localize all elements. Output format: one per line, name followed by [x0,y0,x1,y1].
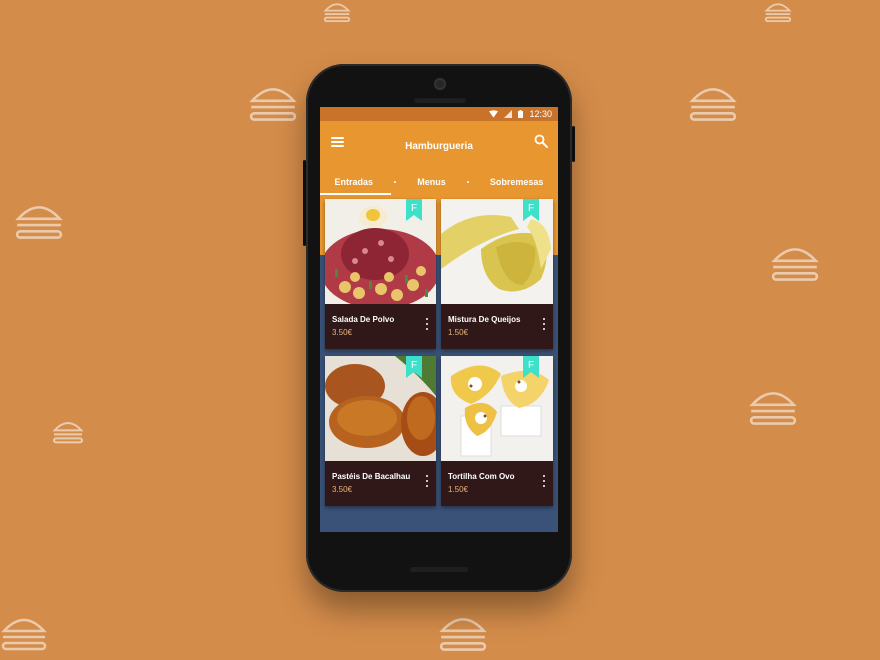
bookmark-icon[interactable]: F [406,199,422,221]
tab-separator [466,181,469,183]
product-name: Mistura De Queijos [448,315,521,324]
bookmark-badge: F [411,203,417,214]
burger-bg-icon [1,618,47,651]
signal-icon [504,110,513,118]
more-options-icon[interactable] [541,318,547,330]
search-icon[interactable] [534,134,548,148]
bookmark-icon[interactable]: F [523,199,539,221]
more-options-icon[interactable] [424,475,430,487]
tab-bar: Entradas Menus Sobremesas [320,169,558,195]
burger-bg-icon [323,3,351,23]
product-image: F [325,199,436,304]
volume-button [303,160,306,246]
wifi-icon [489,110,499,118]
product-name: Salada De Polvo [332,315,395,324]
product-price: 3.50€ [332,328,353,337]
product-name: Tortilha Com Ovo [448,472,515,481]
product-card[interactable]: F Pastéis De Bacalhau 3.50€ [325,356,436,506]
bookmark-icon[interactable]: F [523,356,539,378]
tab-sobremesas[interactable]: Sobremesas [482,169,552,195]
phone-frame: 12:30 Hamburgueria Entradas Menus Sobrem… [303,64,575,592]
screen: 12:30 Hamburgueria Entradas Menus Sobrem… [320,107,558,532]
tab-entradas[interactable]: Entradas [320,169,391,195]
app-title: Hamburgueria [405,141,473,152]
product-card[interactable]: F Salada De Polvo 3.50€ [325,199,436,349]
product-info: Mistura De Queijos 1.50€ [441,304,553,349]
status-bar: 12:30 [320,107,558,121]
product-image: F [325,356,436,461]
burger-bg-icon [771,248,819,281]
product-image: F [441,356,553,461]
product-price: 1.50€ [448,328,469,337]
bottom-speaker [410,567,468,572]
front-camera [434,78,446,90]
burger-bg-icon [749,392,797,425]
more-options-icon[interactable] [541,475,547,487]
product-info: Tortilha Com Ovo 1.50€ [441,461,553,506]
burger-bg-icon [439,618,487,651]
burger-bg-icon [764,3,792,23]
bookmark-badge: F [528,203,534,214]
product-name: Pastéis De Bacalhau [332,472,411,481]
battery-icon [518,110,524,118]
earpiece-speaker [414,98,466,103]
burger-bg-icon [15,206,63,239]
bookmark-icon[interactable]: F [406,356,422,378]
product-info: Pastéis De Bacalhau 3.50€ [325,461,436,506]
tab-menus[interactable]: Menus [409,169,454,195]
product-price: 3.50€ [332,485,353,494]
bookmark-badge: F [528,360,534,371]
product-card[interactable]: F Mistura De Queijos 1.50€ [441,199,553,349]
product-info: Salada De Polvo 3.50€ [325,304,436,349]
burger-bg-icon [249,88,297,121]
tab-separator [394,181,397,183]
product-card[interactable]: F Tortilha Com Ovo 1.50€ [441,356,553,506]
burger-bg-icon [689,88,737,121]
product-price: 1.50€ [448,485,469,494]
product-grid: F Salada De Polvo 3.50€ F Mistura De Que… [325,199,555,506]
power-button [572,126,575,162]
more-options-icon[interactable] [424,318,430,330]
burger-bg-icon [52,422,84,444]
app-bar: Hamburgueria Entradas Menus Sobremesas [320,121,558,195]
status-time: 12:30 [529,109,552,119]
bookmark-badge: F [411,360,417,371]
product-image: F [441,199,553,304]
